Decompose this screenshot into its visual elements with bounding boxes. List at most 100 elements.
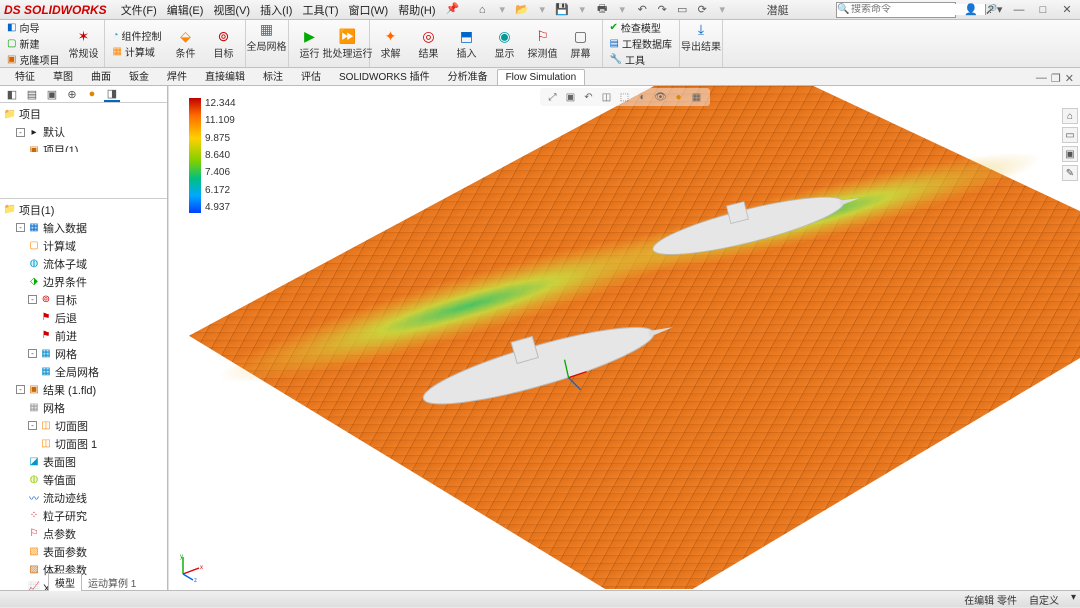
tree-default[interactable]: -▸默认 xyxy=(4,123,163,141)
close-icon[interactable]: ✕ xyxy=(1058,3,1076,16)
display-style-icon[interactable]: ◐ xyxy=(636,90,650,104)
menu-edit[interactable]: 编辑(E) xyxy=(163,0,208,20)
status-custom[interactable]: 自定义 xyxy=(1029,592,1059,607)
ortho-icon[interactable]: ▭ xyxy=(1062,127,1078,143)
result-button[interactable]: ◎结果 xyxy=(412,20,446,67)
tab-addin[interactable]: SOLIDWORKS 插件 xyxy=(330,65,439,85)
panel-tab-dim-icon[interactable]: ⊕ xyxy=(64,86,80,102)
select-icon[interactable]: ▭ xyxy=(675,3,689,17)
tab-sheetmetal[interactable]: 钣金 xyxy=(120,65,158,85)
batch-run-button[interactable]: ⏩批处理运行 xyxy=(331,20,365,67)
home-icon[interactable]: ⌂ xyxy=(475,3,489,17)
panel-tab-property-icon[interactable]: ▤ xyxy=(24,86,40,102)
menu-window[interactable]: 窗口(W) xyxy=(345,0,393,20)
tree-cut-plot-1[interactable]: ◫切面图 1 xyxy=(4,435,163,453)
tab-feature[interactable]: 特征 xyxy=(6,65,44,85)
check-model-button[interactable]: ✔检查模型 xyxy=(610,20,672,35)
menu-insert[interactable]: 插入(I) xyxy=(256,0,296,20)
undo-icon[interactable]: ↶ xyxy=(635,3,649,17)
appearance-icon[interactable]: ● xyxy=(672,90,686,104)
tree-particle[interactable]: ⁘粒子研究 xyxy=(4,507,163,525)
section-icon[interactable]: ◫ xyxy=(600,90,614,104)
rebuild-icon[interactable]: ⟳ xyxy=(695,3,709,17)
prev-view-icon[interactable]: ↶ xyxy=(582,90,596,104)
show-button[interactable]: ◉显示 xyxy=(488,20,522,67)
print-icon[interactable]: 🖶 xyxy=(595,3,609,17)
tree-back[interactable]: ⚑后退 xyxy=(4,309,163,327)
3d-viewport[interactable]: ⤢ ▣ ↶ ◫ ⬚ ◐ 👁 ● ▦ 12.344 11.109 9.875 8.… xyxy=(168,86,1080,590)
tree-mesh[interactable]: -▦网格 xyxy=(4,345,163,363)
tree-forward[interactable]: ⚑前进 xyxy=(4,327,163,345)
general-settings-button[interactable]: ✶常规设 xyxy=(66,20,100,67)
probe-button[interactable]: ⚐探测值 xyxy=(526,20,560,67)
tab-sketch[interactable]: 草图 xyxy=(44,65,82,85)
tree-iso[interactable]: ◍等值面 xyxy=(4,471,163,489)
panel-tab-config-icon[interactable]: ▣ xyxy=(44,86,60,102)
menu-file[interactable]: 文件(F) xyxy=(117,0,161,20)
doc-close-icon[interactable]: ✕ xyxy=(1065,72,1074,85)
tree-calc-domain[interactable]: ▢计算域 xyxy=(4,237,163,255)
zoom-fit-icon[interactable]: ⤢ xyxy=(546,90,560,104)
tree-bc[interactable]: ⬗边界条件 xyxy=(4,273,163,291)
solve-button[interactable]: ✦求解 xyxy=(374,20,408,67)
doc-minimize-icon[interactable]: — xyxy=(1036,72,1047,85)
tree-cut-plot[interactable]: -◫切面图 xyxy=(4,417,163,435)
tab-prep[interactable]: 分析准备 xyxy=(439,65,497,85)
home-view-icon[interactable]: ⌂ xyxy=(1062,108,1078,124)
menu-help[interactable]: 帮助(H) xyxy=(394,0,439,20)
bottom-tab-model[interactable]: 模型 xyxy=(48,573,82,591)
tree-fluid-sub[interactable]: ◍流体子域 xyxy=(4,255,163,273)
panel-tab-feature-tree-icon[interactable]: ◧ xyxy=(4,86,20,102)
tree-global-mesh[interactable]: ▦全局网格 xyxy=(4,363,163,381)
tab-surface[interactable]: 曲面 xyxy=(82,65,120,85)
zoom-area-icon[interactable]: ▣ xyxy=(564,90,578,104)
run-button[interactable]: ▶运行 xyxy=(293,20,327,67)
status-unit-icon[interactable]: ▾ xyxy=(1071,592,1076,607)
comp-ctrl-button[interactable]: ◔组件控制 xyxy=(112,28,161,43)
eng-db-button[interactable]: ▤工程数据库 xyxy=(610,36,672,51)
tree-surf-param[interactable]: ▧表面参数 xyxy=(4,543,163,561)
condition-button[interactable]: ⬙条件 xyxy=(169,20,203,67)
scene-icon[interactable]: ▦ xyxy=(690,90,704,104)
tab-annotate[interactable]: 标注 xyxy=(254,65,292,85)
menu-pin-icon[interactable]: 📌 xyxy=(442,0,464,20)
tab-evaluate[interactable]: 评估 xyxy=(292,65,330,85)
panel-tab-appearance-icon[interactable]: ● xyxy=(84,86,100,102)
tree-result[interactable]: -▣结果 (1.fld) xyxy=(4,381,163,399)
view-orient-icon[interactable]: ⬚ xyxy=(618,90,632,104)
help-icon[interactable]: ? ▾ xyxy=(986,3,1004,16)
maximize-icon[interactable]: □ xyxy=(1034,4,1052,16)
insert-button[interactable]: ⬒插入 xyxy=(450,20,484,67)
redo-icon[interactable]: ↷ xyxy=(655,3,669,17)
tree-input-data[interactable]: -▦输入数据 xyxy=(4,219,163,237)
save-icon[interactable]: 💾 xyxy=(555,3,569,17)
tree-flow-traj[interactable]: 〰流动迹线 xyxy=(4,489,163,507)
tree-result-mesh[interactable]: ▦网格 xyxy=(4,399,163,417)
search-command-box[interactable]: 🔍 🔎 xyxy=(836,2,956,18)
calc-domain-button[interactable]: ▦计算域 xyxy=(112,44,161,59)
export-result-button[interactable]: ⤓导出结果 xyxy=(684,20,718,53)
screen-button[interactable]: ▢屏幕 xyxy=(564,20,598,67)
menu-view[interactable]: 视图(V) xyxy=(209,0,254,20)
bottom-tab-motion[interactable]: 运动算例 1 xyxy=(82,574,142,591)
tree-surf-plot[interactable]: ◪表面图 xyxy=(4,453,163,471)
tree-root-project[interactable]: 📁项目 xyxy=(4,105,163,123)
wizard-button[interactable]: ◧向导 xyxy=(7,20,59,35)
tab-weldment[interactable]: 焊件 xyxy=(158,65,196,85)
annotation-icon[interactable]: ✎ xyxy=(1062,165,1078,181)
camera-icon[interactable]: ▣ xyxy=(1062,146,1078,162)
hide-show-icon[interactable]: 👁 xyxy=(654,90,668,104)
user-icon[interactable]: 👤 xyxy=(962,3,980,16)
tree-goal[interactable]: -⊚目标 xyxy=(4,291,163,309)
minimize-icon[interactable]: — xyxy=(1010,4,1028,16)
doc-restore-icon[interactable]: ❐ xyxy=(1051,72,1061,85)
tree-root-project1[interactable]: 📁项目(1) xyxy=(4,201,163,219)
menu-tools[interactable]: 工具(T) xyxy=(298,0,342,20)
new-button[interactable]: ▢新建 xyxy=(7,36,59,51)
tab-directedit[interactable]: 直接编辑 xyxy=(196,65,254,85)
open-icon[interactable]: 📂 xyxy=(515,3,529,17)
goal-button[interactable]: ⊚目标 xyxy=(207,20,241,67)
panel-tab-flow-icon[interactable]: ◨ xyxy=(104,86,120,102)
tree-point-param[interactable]: ⚐点参数 xyxy=(4,525,163,543)
tab-flow-simulation[interactable]: Flow Simulation xyxy=(497,69,586,85)
